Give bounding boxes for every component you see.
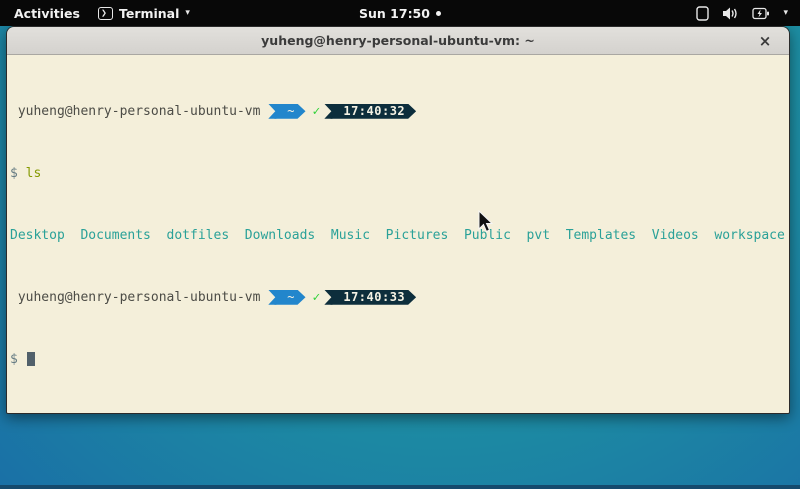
desktop-bottom-edge (0, 485, 800, 489)
terminal-icon: ❯ (98, 7, 113, 20)
app-menu-label: Terminal (119, 6, 179, 21)
notification-dot-icon (436, 11, 441, 16)
ls-output-line: Desktop Documents dotfiles Downloads Mus… (10, 228, 786, 244)
command-text: ls (26, 166, 42, 182)
terminal-window: yuheng@henry-personal-ubuntu-vm: ~ × yuh… (6, 26, 790, 414)
volume-icon (722, 6, 739, 21)
prompt-symbol: $ (10, 352, 26, 368)
terminal-body[interactable]: yuheng@henry-personal-ubuntu-vm ~✓17:40:… (7, 55, 789, 414)
status-check-icon: ✓ (306, 290, 325, 306)
ls-output-text: Desktop Documents dotfiles Downloads Mus… (10, 228, 785, 244)
prompt-line-1: yuheng@henry-personal-ubuntu-vm ~✓17:40:… (10, 104, 786, 120)
top-bar-left: Activities ❯ Terminal ▾ (0, 6, 190, 21)
activities-button[interactable]: Activities (10, 6, 84, 21)
desktop: Activities ❯ Terminal ▾ Sun 17:50 (0, 0, 800, 489)
prompt-user-host: yuheng@henry-personal-ubuntu-vm (10, 104, 268, 120)
system-status-area[interactable]: ▾ (696, 0, 800, 26)
close-button[interactable]: × (755, 31, 775, 51)
command-line: $ ls (10, 166, 786, 182)
prompt-symbol: $ (10, 166, 26, 182)
app-menu-terminal[interactable]: ❯ Terminal ▾ (98, 6, 190, 21)
battery-charging-icon (752, 6, 770, 21)
input-line: $ (10, 352, 786, 368)
clock[interactable]: Sun 17:50 (359, 6, 430, 21)
powerline-prompt: ~✓17:40:33 (268, 290, 416, 305)
chevron-down-icon: ▾ (185, 9, 190, 18)
prompt-time-segment: 17:40:33 (330, 290, 416, 305)
text-cursor (27, 352, 35, 366)
chevron-down-icon: ▾ (783, 9, 788, 18)
window-title: yuheng@henry-personal-ubuntu-vm: ~ (261, 33, 535, 48)
powerline-prompt: ~✓17:40:32 (268, 104, 416, 119)
prompt-line-2: yuheng@henry-personal-ubuntu-vm ~✓17:40:… (10, 290, 786, 306)
status-check-icon: ✓ (306, 104, 325, 120)
top-bar: Activities ❯ Terminal ▾ Sun 17:50 (0, 0, 800, 26)
window-titlebar[interactable]: yuheng@henry-personal-ubuntu-vm: ~ × (7, 27, 789, 55)
display-icon (696, 6, 709, 21)
prompt-user-host: yuheng@henry-personal-ubuntu-vm (10, 290, 268, 306)
prompt-time-segment: 17:40:32 (330, 104, 416, 119)
